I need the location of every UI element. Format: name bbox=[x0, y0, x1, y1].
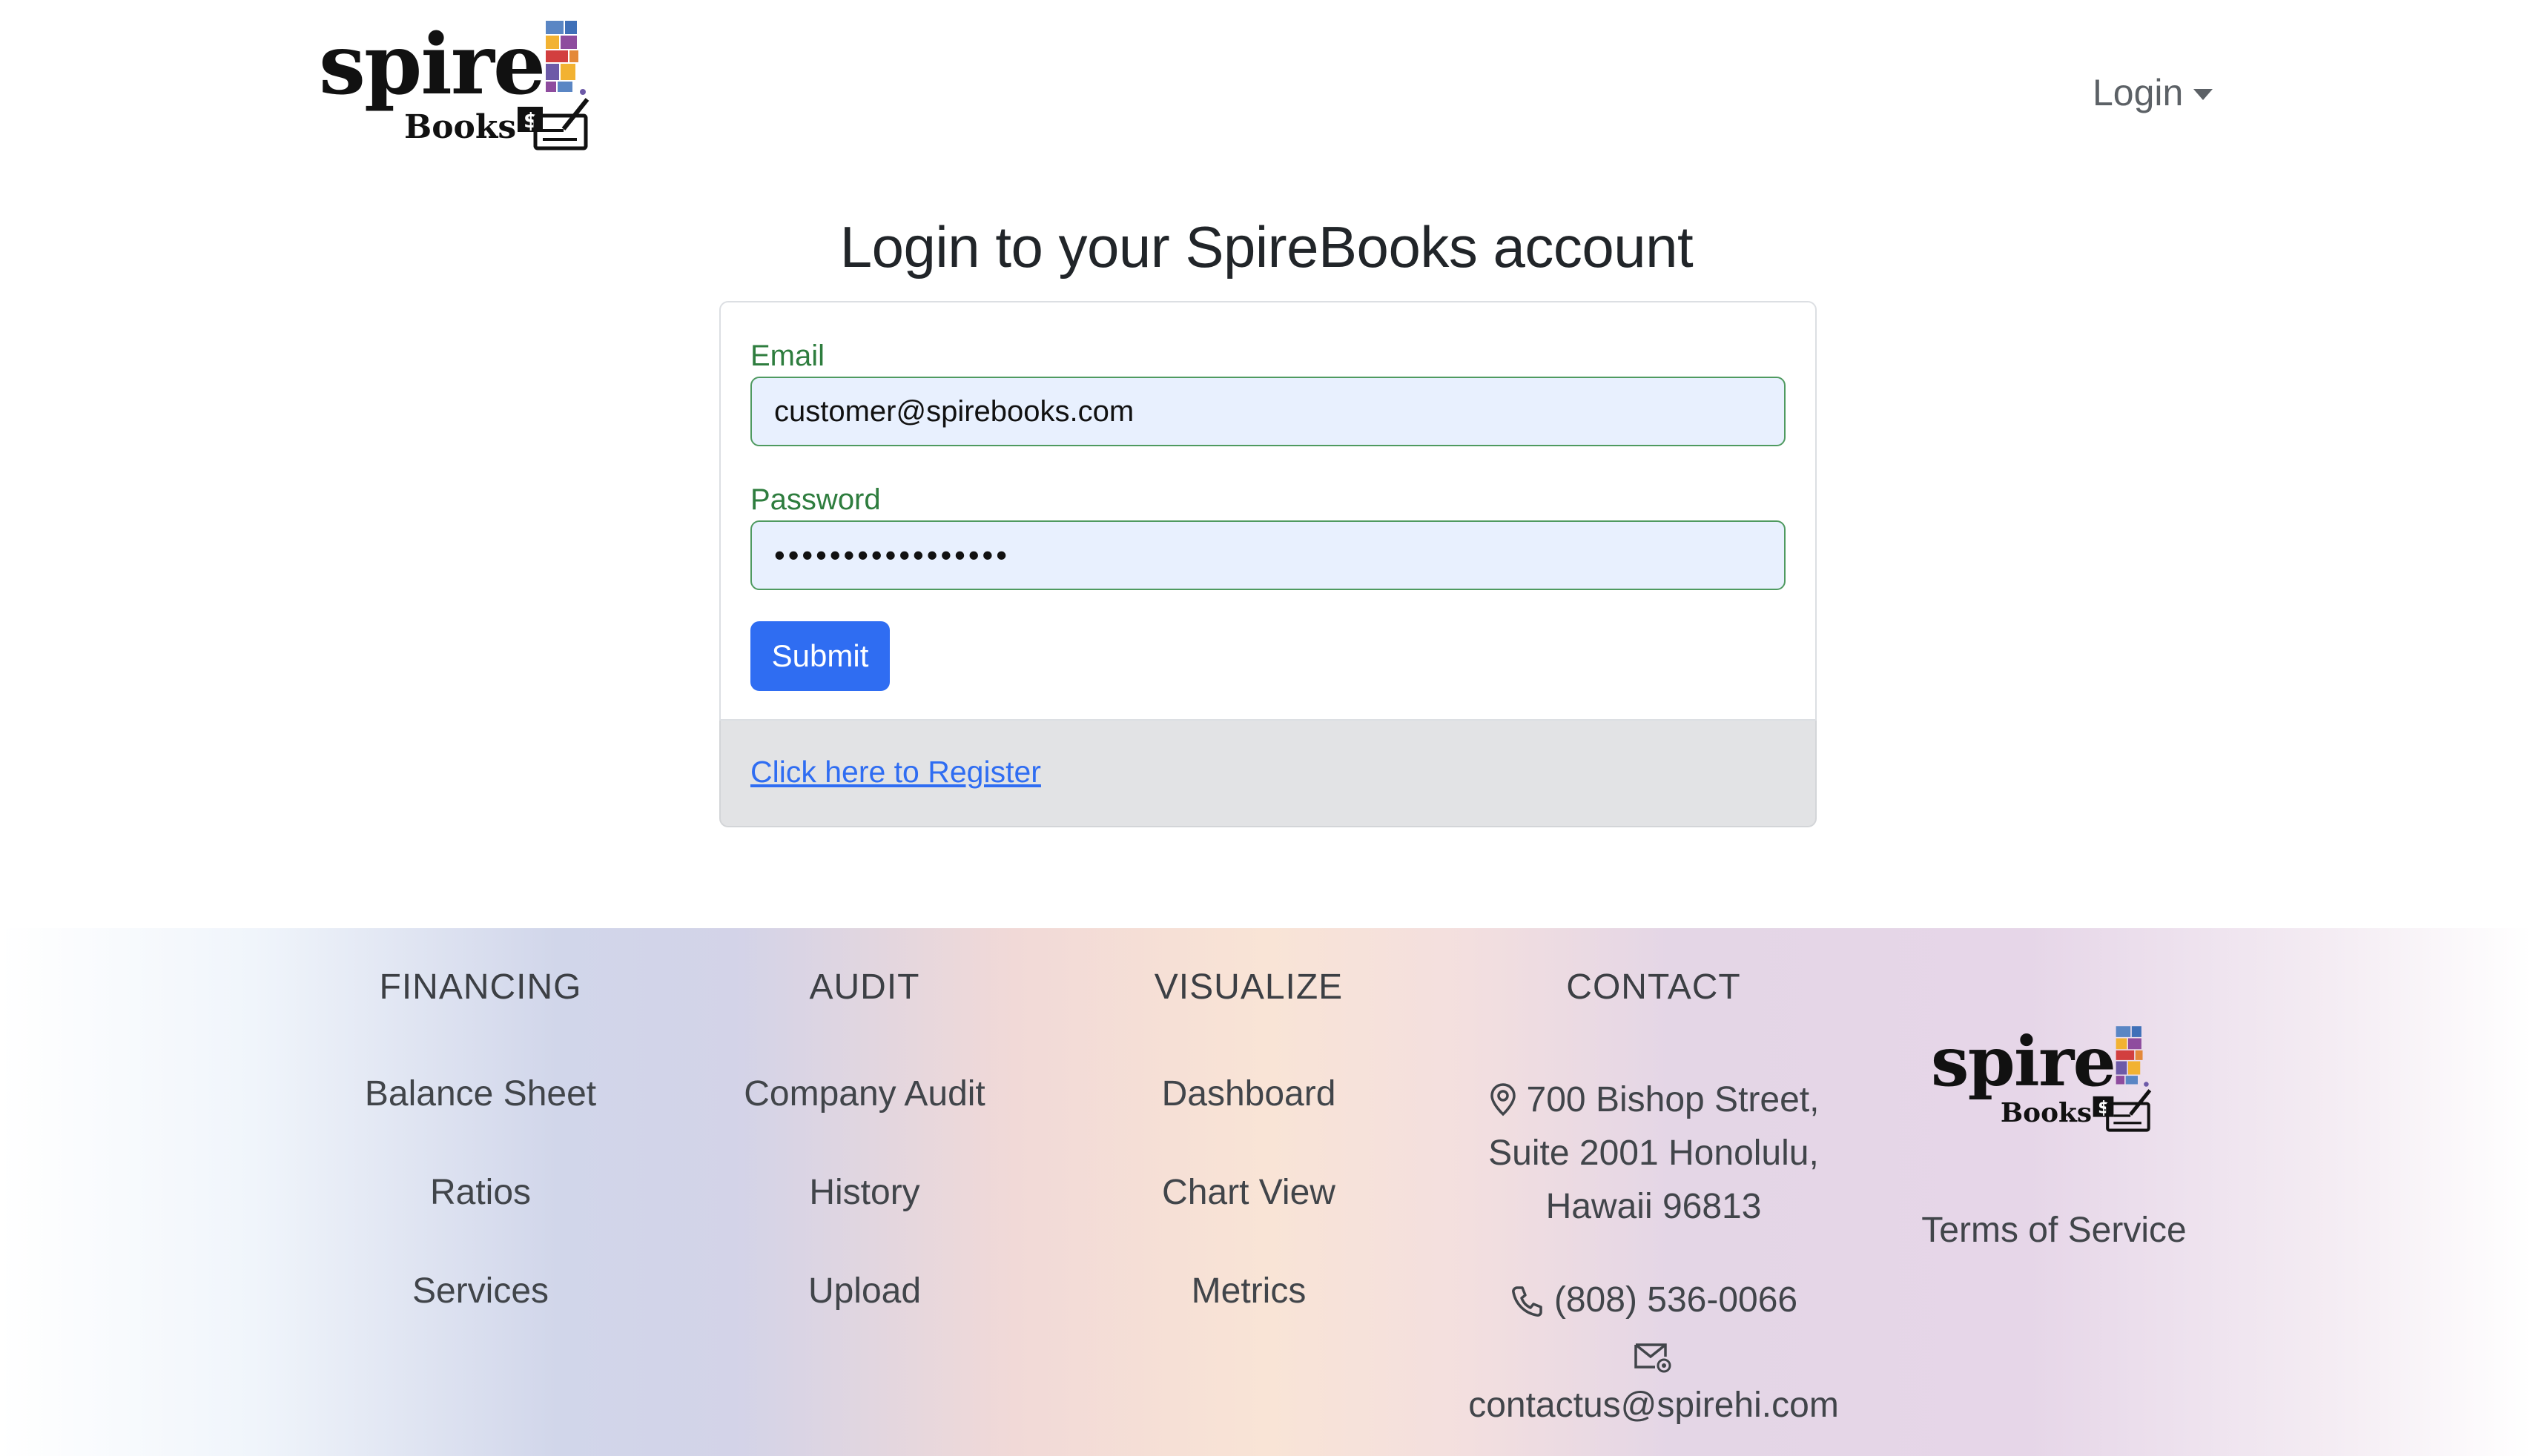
footer-logo-sub: Books bbox=[2001, 1097, 2092, 1128]
footer-heading-financing: FINANCING bbox=[379, 967, 582, 1007]
email-field[interactable] bbox=[750, 377, 1786, 446]
footer-link-services[interactable]: Services bbox=[332, 1271, 629, 1311]
logo-tiles bbox=[546, 21, 586, 95]
footer-link-ratios[interactable]: Ratios bbox=[332, 1172, 629, 1213]
password-field[interactable] bbox=[750, 520, 1786, 590]
login-card: Email Password Submit bbox=[719, 301, 1817, 721]
register-link[interactable]: Click here to Register bbox=[750, 755, 1041, 790]
footer-logo-tiles bbox=[2116, 1026, 2149, 1087]
footer-heading-contact: CONTACT bbox=[1566, 967, 1741, 1007]
map-pin-icon bbox=[1490, 1083, 1516, 1116]
address-line-2: Suite 2001 Honolulu, bbox=[1488, 1134, 1819, 1173]
footer-link-company-audit[interactable]: Company Audit bbox=[716, 1073, 1013, 1114]
footer-heading-audit: AUDIT bbox=[809, 967, 920, 1007]
contact-address: 700 Bishop Street, Suite 2001 Honolulu, … bbox=[1446, 1073, 1861, 1234]
footer-logo-word: spire bbox=[1931, 1025, 2115, 1102]
password-label: Password bbox=[750, 483, 881, 516]
email-label: Email bbox=[750, 340, 825, 372]
address-line-3: Hawaii 96813 bbox=[1545, 1187, 1762, 1226]
login-dropdown-label[interactable]: Login bbox=[2093, 71, 2183, 114]
address-line-1: 700 Bishop Street, bbox=[1446, 1073, 1861, 1127]
login-dropdown[interactable]: Login bbox=[2093, 67, 2213, 119]
footer-link-terms-of-service[interactable]: Terms of Service bbox=[1883, 1210, 2225, 1251]
footer-link-history[interactable]: History bbox=[716, 1172, 1013, 1213]
contact-email[interactable]: contactus@spirehi.com bbox=[1446, 1385, 1861, 1426]
footer-heading-visualize: VISUALIZE bbox=[1154, 967, 1344, 1007]
footer-link-metrics[interactable]: Metrics bbox=[1100, 1271, 1397, 1311]
spirebooks-logo[interactable]: spire Books $ bbox=[319, 19, 601, 153]
footer-link-chart-view[interactable]: Chart View bbox=[1100, 1172, 1397, 1213]
footer-link-dashboard[interactable]: Dashboard bbox=[1100, 1073, 1397, 1114]
logo-word: spire bbox=[319, 19, 544, 113]
footer-link-upload[interactable]: Upload bbox=[716, 1271, 1013, 1311]
page-title: Login to your SpireBooks account bbox=[839, 214, 1694, 279]
mail-at-icon bbox=[1634, 1343, 1671, 1373]
submit-button[interactable]: Submit bbox=[750, 621, 890, 691]
logo-sub: Books bbox=[404, 108, 516, 146]
site-header: spire Books $ Login bbox=[0, 0, 2533, 178]
footer-link-balance-sheet[interactable]: Balance Sheet bbox=[332, 1073, 629, 1114]
contact-phone-text[interactable]: (808) 536-0066 bbox=[1554, 1280, 1797, 1320]
phone-icon bbox=[1511, 1286, 1542, 1317]
caret-down-icon bbox=[2193, 88, 2213, 100]
contact-phone[interactable]: (808) 536-0066 bbox=[1446, 1280, 1861, 1320]
site-footer: FINANCING Balance Sheet Ratios Services … bbox=[0, 928, 2533, 1456]
spirebooks-footer-logo[interactable]: spire Books $ bbox=[1931, 1025, 2161, 1134]
login-card-footer: Click here to Register bbox=[719, 721, 1817, 827]
